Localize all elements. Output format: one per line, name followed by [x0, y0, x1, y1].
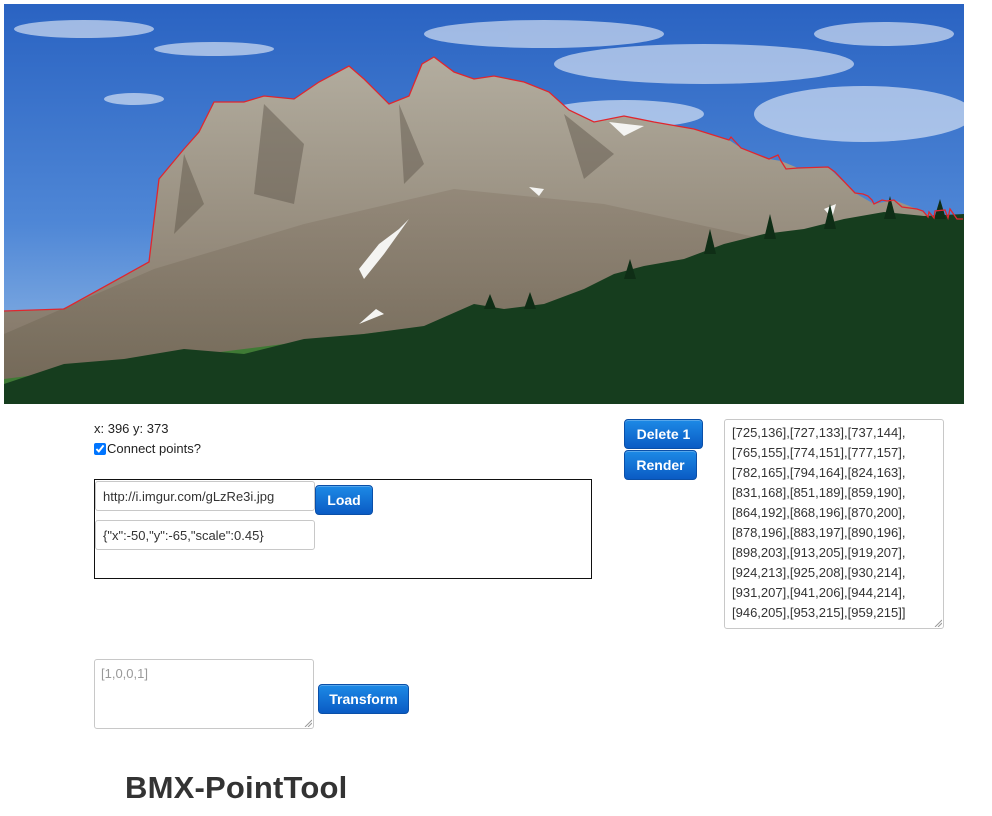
load-button[interactable]: Load [315, 485, 373, 515]
mountain-photo[interactable] [4, 4, 964, 404]
delete-1-button[interactable]: Delete 1 [624, 419, 703, 449]
resize-grip-icon[interactable] [304, 719, 312, 727]
load-options-input[interactable] [95, 520, 315, 550]
points-text: [725,136],[727,133],[737,144], [765,155]… [732, 425, 906, 620]
render-button[interactable]: Render [624, 450, 697, 480]
cursor-coordinates: x: 396 y: 373 [94, 421, 169, 436]
transform-matrix-input[interactable] [94, 659, 314, 729]
connect-points-label: Connect points? [107, 441, 201, 456]
resize-grip-icon[interactable] [934, 619, 942, 627]
image-url-input[interactable] [95, 481, 315, 511]
connect-points-control[interactable]: Connect points? [94, 441, 201, 456]
transform-button[interactable]: Transform [318, 684, 409, 714]
page-title: BMX-PointTool [125, 770, 348, 805]
points-output-textarea[interactable]: [725,136],[727,133],[737,144], [765,155]… [724, 419, 944, 629]
connect-points-checkbox[interactable] [94, 442, 106, 455]
